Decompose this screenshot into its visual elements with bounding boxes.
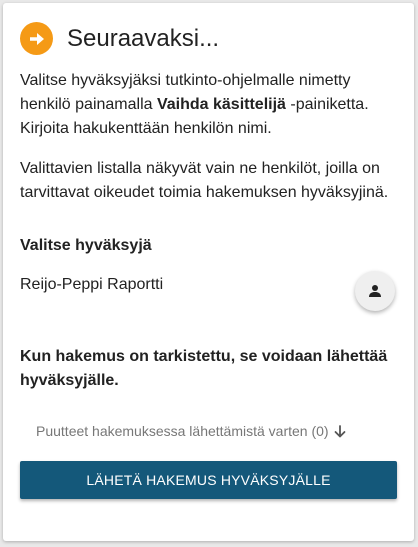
arrow-right-circle-icon [20,22,53,55]
card-title: Seuraavaksi... [67,24,220,52]
card-header: Seuraavaksi... [20,22,219,55]
change-approver-button[interactable] [355,271,395,311]
selected-approver-name: Reijo-Peppi Raportti [20,276,164,293]
deficiencies-label: Puutteet hakemuksessa lähettämistä varte… [36,423,329,439]
instruction-paragraph-2: Valittavien listalla näkyvät vain ne hen… [20,160,389,201]
person-icon [369,285,381,297]
submit-to-approver-button[interactable]: LÄHETÄ HAKEMUS HYVÄKSYJÄLLE [20,461,397,499]
deficiencies-toggle[interactable]: Puutteet hakemuksessa lähettämistä varte… [36,423,346,439]
instruction-button-name: Vaihda käsittelijä [156,96,286,113]
submit-info-text: Kun hakemus on tarkistettu, se voidaan l… [20,348,388,389]
next-steps-card: Seuraavaksi... Valitse hyväksyjäksi tutk… [3,3,414,541]
instruction-paragraph-1: Valitse hyväksyjäksi tutkinto-ohjelmalle… [20,69,395,141]
approver-section-label: Valitse hyväksyjä [20,237,152,254]
arrow-down-icon [334,424,346,438]
